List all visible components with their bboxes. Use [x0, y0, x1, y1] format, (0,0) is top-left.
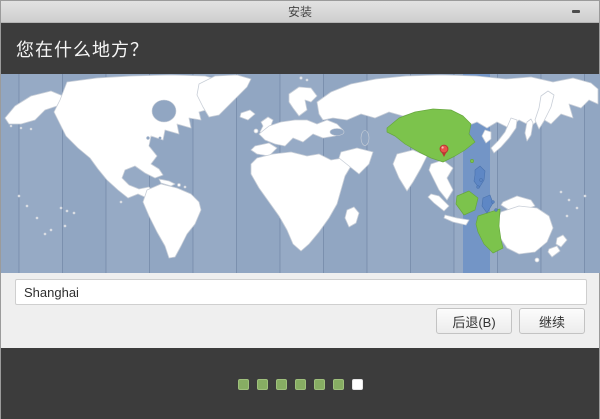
timezone-map[interactable]: [1, 74, 600, 273]
continue-button[interactable]: 继续: [519, 308, 585, 334]
installer-window: 安装 您在什么地方？ Shanghai 后退(B) 继续: [0, 0, 600, 419]
progress-footer: [1, 348, 599, 419]
back-button[interactable]: 后退(B): [436, 308, 512, 334]
titlebar: 安装: [1, 1, 599, 23]
progress-dot: [237, 378, 249, 390]
progress-dot: [313, 378, 325, 390]
progress-dot: [351, 378, 363, 390]
progress-dot: [294, 378, 306, 390]
timezone-city-input[interactable]: [15, 279, 587, 305]
page-title: 您在什么地方？: [16, 39, 149, 60]
window-title: 安装: [287, 5, 312, 19]
button-row: 后退(B) 继续: [436, 308, 585, 334]
dash-icon[interactable]: [572, 10, 580, 13]
page-header: 您在什么地方？: [1, 23, 599, 74]
progress-dot: [256, 378, 268, 390]
progress-dots: [237, 378, 363, 390]
world-map: [1, 74, 600, 273]
progress-dot: [275, 378, 287, 390]
progress-dot: [332, 378, 344, 390]
bottom-panel: 后退(B) 继续: [1, 273, 599, 348]
